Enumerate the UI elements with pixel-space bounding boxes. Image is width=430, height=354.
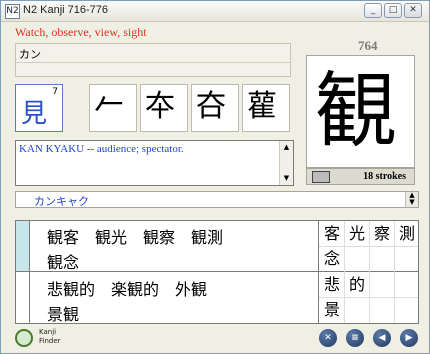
scroll-up-arrow-icon[interactable]: ▲ [280, 141, 293, 154]
next-button[interactable]: ▶ [400, 329, 418, 347]
title-bar: N2 N2 Kanji 716-776 _ □ ✕ [1, 1, 429, 22]
row-divider [16, 271, 418, 272]
compound-row-2b[interactable]: 景観 [30, 301, 322, 325]
char-cell[interactable]: 景 [320, 298, 344, 322]
stroke-count-label: 18 strokes [363, 171, 406, 182]
compound-row-1b[interactable]: 観念 [30, 249, 322, 273]
stroke-order-step-1[interactable]: 𠂉 [89, 84, 137, 132]
kanji-display[interactable]: 観 [306, 55, 415, 168]
app-icon: N2 [5, 4, 20, 19]
stroke-animation-icon[interactable] [312, 171, 330, 183]
close-window-button[interactable]: ✕ [404, 3, 422, 18]
minimize-button[interactable]: _ [364, 3, 382, 18]
compound-row-1a[interactable]: 観客 観光 観察 観測 [30, 224, 322, 248]
scroll-down-arrow-icon[interactable]: ▼ [280, 172, 293, 185]
kanji-meaning: Watch, observe, view, sight [15, 25, 147, 39]
list-button[interactable]: ≡ [346, 329, 364, 347]
radical-box[interactable]: 見 7 [15, 84, 63, 132]
stroke-step-glyph: 雚 [247, 89, 277, 124]
row-selector-1[interactable] [16, 221, 30, 271]
char-cell[interactable]: 光 [345, 222, 369, 246]
window-title: N2 Kanji 716-776 [23, 4, 109, 16]
example-kana-field[interactable]: カンキャク ▲ ▼ [15, 191, 419, 208]
char-cell[interactable]: 悲 [320, 273, 344, 297]
kanji-index-number: 764 [358, 38, 378, 53]
column-divider [318, 221, 319, 323]
stroke-step-glyph: 夲 [145, 89, 175, 124]
reading-panel: カン [15, 43, 291, 77]
char-cell[interactable]: 的 [345, 273, 369, 297]
stroke-order-step-4[interactable]: 雚 [242, 84, 290, 132]
reading-divider [16, 62, 290, 63]
onyomi-reading: カン [19, 48, 41, 61]
example-english-box[interactable]: KAN KYAKU -- audience; spectator. ▲ ▼ [15, 140, 294, 186]
stroke-step-glyph: 𠂉 [94, 89, 124, 124]
compound-words-table: 観客 観光 観察 観測 観念 悲観的 楽観的 外観 景観 客 光 察 測 念 悲… [15, 220, 419, 324]
stroke-step-glyph: 夻 [196, 89, 226, 124]
compound-row-2a[interactable]: 悲観的 楽観的 外観 [30, 276, 322, 300]
char-cell[interactable]: 測 [395, 222, 419, 246]
example-english-text: KAN KYAKU -- audience; spectator. [19, 143, 184, 155]
close-nav-button[interactable]: ✕ [319, 329, 337, 347]
radical-glyph: 見 [21, 99, 48, 129]
kanji-finder-button[interactable]: Kanji Finder [15, 327, 75, 351]
maximize-button[interactable]: □ [384, 3, 402, 18]
stroke-order-step-2[interactable]: 夲 [140, 84, 188, 132]
example-kana-text: カンキャク [34, 195, 89, 208]
app-window: N2 N2 Kanji 716-776 _ □ ✕ Watch, observe… [0, 0, 430, 354]
magnifier-icon [15, 329, 33, 347]
example-spinner[interactable]: ▲ ▼ [405, 192, 418, 207]
radical-stroke-count: 7 [52, 87, 58, 97]
char-cell[interactable]: 察 [370, 222, 394, 246]
finder-label-line2: Finder [39, 337, 61, 345]
char-cell[interactable]: 客 [320, 222, 344, 246]
previous-button[interactable]: ◀ [373, 329, 391, 347]
row-selector-2[interactable] [16, 271, 30, 323]
finder-label-line1: Kanji [39, 328, 57, 336]
stroke-info-bar: 18 strokes [306, 168, 415, 185]
example-scrollbar[interactable]: ▲ ▼ [279, 141, 293, 185]
main-kanji: 観 [315, 64, 398, 159]
char-cell[interactable]: 念 [320, 247, 344, 271]
stroke-order-step-3[interactable]: 夻 [191, 84, 239, 132]
